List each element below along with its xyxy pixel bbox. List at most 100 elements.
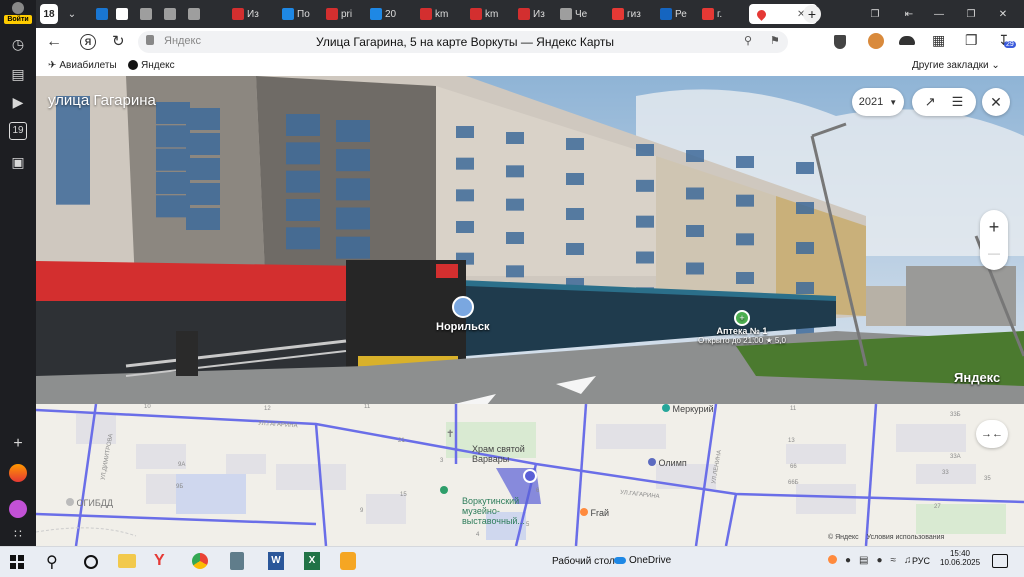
start-icon[interactable] xyxy=(10,555,24,569)
tray-app-icon[interactable] xyxy=(828,555,837,564)
mini-map[interactable]: Меркурий ✝ Храм святой Варвары Олимп Вор… xyxy=(36,404,1024,546)
extensions-puzzle-icon[interactable]: ▦ xyxy=(932,32,945,49)
house-number: 3 xyxy=(440,458,444,464)
tab-item[interactable] xyxy=(140,4,155,24)
notifications-icon[interactable] xyxy=(992,554,1008,568)
museum-icon xyxy=(440,486,448,494)
tray-misc-icon[interactable]: ● xyxy=(877,555,883,566)
video-icon[interactable]: ▶ xyxy=(8,92,28,112)
desktop-label[interactable]: Рабочий стол xyxy=(552,556,615,567)
back-button[interactable]: ← xyxy=(46,33,62,51)
pdf-icon xyxy=(420,8,432,20)
language-indicator[interactable]: РУС xyxy=(912,556,930,566)
year-select[interactable]: 2021 ▼ xyxy=(852,88,904,116)
tab-label: km xyxy=(485,8,499,20)
protect-shield-icon[interactable] xyxy=(834,35,846,49)
bookmark-icon[interactable]: ⚑ xyxy=(770,34,780,47)
yandex-logo-icon[interactable]: Я xyxy=(80,34,96,50)
map-label-ogibdd[interactable]: ОГИБДД xyxy=(66,498,113,508)
map-label-church[interactable]: ✝ Храм святой Варвары xyxy=(446,424,525,474)
collections-icon[interactable]: ▤ xyxy=(8,64,28,84)
map-label-merkuriy[interactable]: Меркурий xyxy=(662,404,714,414)
extension-avatar-icon[interactable] xyxy=(868,33,884,49)
house-number: 33 xyxy=(942,470,949,476)
street-panorama[interactable]: улица Гагарина 2021 ▼ ↗ ☰ ✕ + — Норильск … xyxy=(36,76,1024,404)
terms-link[interactable]: Условия использования xyxy=(867,534,945,541)
tab-counter-button[interactable]: 18 xyxy=(40,4,58,24)
calculator-icon[interactable] xyxy=(230,552,244,570)
map-label-olimp[interactable]: Олимп xyxy=(648,458,687,468)
tab-item[interactable]: Че xyxy=(560,4,587,24)
apps-grid-icon[interactable]: ∷ xyxy=(8,524,28,544)
tab-item[interactable]: гиз xyxy=(612,4,641,24)
microphone-icon[interactable]: ● xyxy=(845,555,851,566)
tab-item[interactable]: По xyxy=(282,4,310,24)
extension-cloud-icon[interactable] xyxy=(899,36,915,45)
new-tab-button[interactable]: + xyxy=(803,5,821,23)
tab-item[interactable] xyxy=(96,4,111,24)
maximize-button[interactable]: ❐ xyxy=(964,4,978,24)
close-window-button[interactable]: ✕ xyxy=(996,4,1010,24)
bookmark-aviatickets[interactable]: ✈ Авиабилеты xyxy=(48,60,117,71)
word-icon[interactable]: W xyxy=(268,552,284,570)
other-bookmarks[interactable]: Другие закладки ⌄ xyxy=(912,60,1000,71)
reload-button[interactable]: ↻ xyxy=(112,32,125,50)
store-marker[interactable]: Норильск xyxy=(436,296,490,333)
wifi-icon[interactable]: ≈ xyxy=(891,555,897,566)
tab-item[interactable] xyxy=(116,4,131,24)
network-icon[interactable]: ▤ xyxy=(859,555,868,566)
tab-item[interactable]: pri xyxy=(326,4,352,24)
login-badge: Войти xyxy=(4,15,32,24)
clock[interactable]: 15:40 10.06.2025 xyxy=(940,549,980,567)
location-pin-icon[interactable]: ⚲ xyxy=(744,34,752,47)
messenger-icon[interactable]: ▣ xyxy=(8,152,28,172)
chrome-icon[interactable] xyxy=(192,553,208,569)
bookmark-yandex[interactable]: Яндекс xyxy=(128,60,175,71)
tab-item[interactable]: km xyxy=(470,4,498,24)
map-label-frai[interactable]: Fraй xyxy=(580,508,609,518)
alice-icon[interactable] xyxy=(9,464,27,482)
collapse-map-button[interactable]: →← xyxy=(976,420,1008,448)
address-bar[interactable]: Яндекс Улица Гагарина, 5 на карте Воркут… xyxy=(138,31,788,53)
menu-icon[interactable]: ☰ xyxy=(952,94,964,110)
store-icon xyxy=(648,458,656,466)
tab-item[interactable]: Ре xyxy=(660,4,687,24)
calendar-icon[interactable]: 19 xyxy=(9,122,27,140)
task-view-icon[interactable] xyxy=(84,555,98,569)
collections-icon[interactable]: ❐ xyxy=(965,32,978,49)
zoom-in-button[interactable]: + xyxy=(989,214,1000,240)
tab-item[interactable]: Из xyxy=(518,4,545,24)
tab-search-icon[interactable]: ❐ xyxy=(868,4,882,24)
map-label-museum[interactable]: Воркутинский музейно- выставочный... xyxy=(440,476,525,536)
profile-button[interactable]: Войти xyxy=(4,2,32,26)
search-icon[interactable]: ⚲ xyxy=(46,552,58,572)
tab-list-button[interactable]: ⌄ xyxy=(64,4,80,24)
download-progress-icon[interactable]: ⇤ xyxy=(902,4,916,24)
shield-icon xyxy=(660,8,672,20)
tab-item[interactable] xyxy=(164,4,179,24)
volume-icon[interactable]: ♫ xyxy=(904,555,912,566)
assistant-icon[interactable] xyxy=(9,500,27,518)
close-panorama-button[interactable]: ✕ xyxy=(982,88,1010,116)
downloads-icon[interactable]: ↧ 29 xyxy=(998,32,1016,49)
minimize-button[interactable]: — xyxy=(932,4,946,24)
tab-item[interactable]: km xyxy=(420,4,448,24)
add-icon[interactable]: + xyxy=(8,434,28,454)
zoom-out-button[interactable]: — xyxy=(988,240,1000,266)
app-icon[interactable] xyxy=(340,552,356,570)
house-number: 4 xyxy=(476,532,480,538)
chevron-down-icon: ⌄ xyxy=(991,60,1000,71)
open-external-icon[interactable]: ↗ xyxy=(925,94,936,110)
tab-item[interactable]: г. xyxy=(702,4,722,24)
tab-item[interactable]: Из xyxy=(232,4,259,24)
onedrive-status[interactable]: OneDrive xyxy=(614,555,671,566)
tab-item[interactable] xyxy=(188,4,203,24)
file-explorer-icon[interactable] xyxy=(118,554,136,568)
pharmacy-marker[interactable]: + Аптека № 1 Открыто до 21:00 ★ 5,0 xyxy=(698,310,786,345)
yandex-browser-icon[interactable]: Y xyxy=(154,552,165,570)
excel-icon[interactable]: X xyxy=(304,552,320,570)
tab-item[interactable]: 20 xyxy=(370,4,396,24)
history-icon[interactable]: ◷ xyxy=(8,34,28,54)
house-number: 15 xyxy=(400,492,407,498)
tab-label: Ре xyxy=(675,8,687,20)
